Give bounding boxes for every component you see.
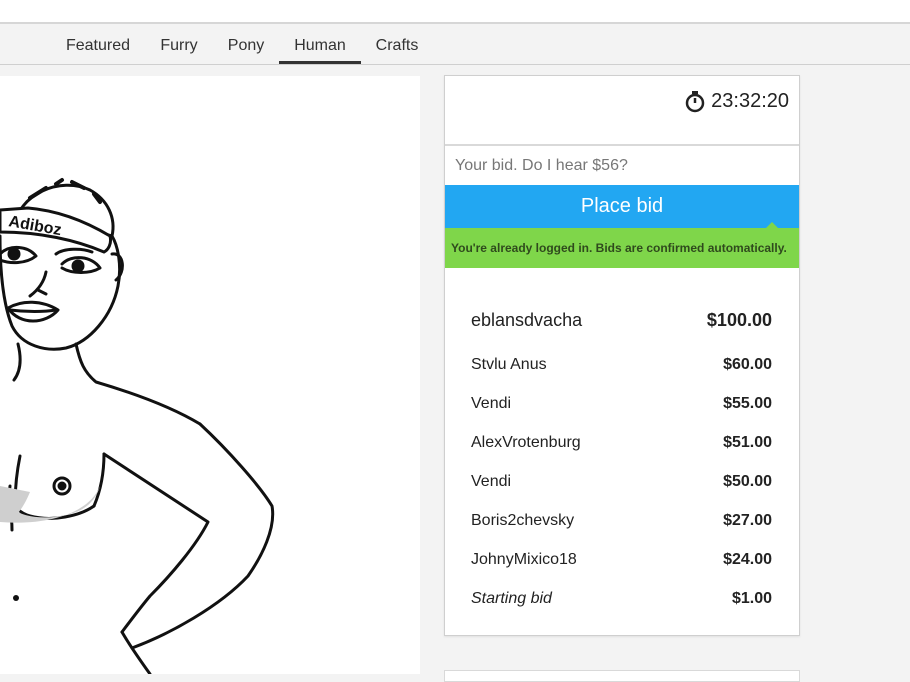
- divider: [445, 144, 799, 146]
- login-notice: You're already logged in. Bids are confi…: [445, 228, 799, 268]
- bidder-name: Boris2chevsky: [471, 512, 575, 529]
- tab-featured[interactable]: Featured: [62, 24, 134, 62]
- bid-amount: $51.00: [723, 434, 772, 451]
- bid-row: Vendi $55.00: [471, 395, 772, 434]
- top-strip: [0, 0, 910, 24]
- tab-human[interactable]: Human: [279, 24, 361, 64]
- bidder-name: eblansdvacha: [471, 310, 583, 330]
- bid-list: eblansdvacha $100.00 Stvlu Anus $60.00 V…: [471, 310, 772, 629]
- bidder-name: Stvlu Anus: [471, 356, 547, 373]
- bid-amount: $24.00: [723, 551, 772, 568]
- artwork-drawing: Adiboz: [0, 178, 275, 674]
- bidder-name: Vendi: [471, 473, 512, 490]
- place-bid-button[interactable]: Place bid: [445, 185, 799, 228]
- starting-bid-row: Starting bid $1.00: [471, 590, 772, 629]
- stopwatch-icon: [685, 90, 705, 112]
- bid-amount: $100.00: [706, 310, 772, 330]
- bid-row: Boris2chevsky $27.00: [471, 512, 772, 551]
- tab-furry[interactable]: Furry: [156, 24, 202, 62]
- bid-row: JohnyMixico18 $24.00: [471, 551, 772, 590]
- bid-amount: $27.00: [723, 512, 772, 529]
- countdown: 23:32:20: [685, 90, 789, 113]
- bid-row: Vendi $50.00: [471, 473, 772, 512]
- auction-card: 23:32:20 Place bid You're already logged…: [444, 75, 800, 636]
- bid-amount: $60.00: [723, 356, 772, 373]
- bidder-name: JohnyMixico18: [471, 551, 577, 568]
- starting-bid-amount: $1.00: [731, 590, 772, 607]
- bid-input[interactable]: [445, 147, 799, 185]
- tab-crafts[interactable]: Crafts: [372, 24, 422, 62]
- category-tabs: Featured Furry Pony Human Crafts: [0, 24, 910, 65]
- tab-pony[interactable]: Pony: [224, 24, 268, 62]
- bidder-name: Vendi: [471, 395, 512, 412]
- starting-bid-label: Starting bid: [471, 590, 552, 607]
- bid-row: AlexVrotenburg $51.00: [471, 434, 772, 473]
- bidder-name: AlexVrotenburg: [471, 434, 581, 451]
- secondary-card: [444, 670, 800, 682]
- artwork-image: Adiboz: [0, 76, 420, 674]
- countdown-value: 23:32:20: [711, 90, 789, 112]
- bid-row: Stvlu Anus $60.00: [471, 356, 772, 395]
- bid-amount: $55.00: [723, 395, 772, 412]
- bid-amount: $50.00: [723, 473, 772, 490]
- bid-row: eblansdvacha $100.00: [471, 310, 772, 350]
